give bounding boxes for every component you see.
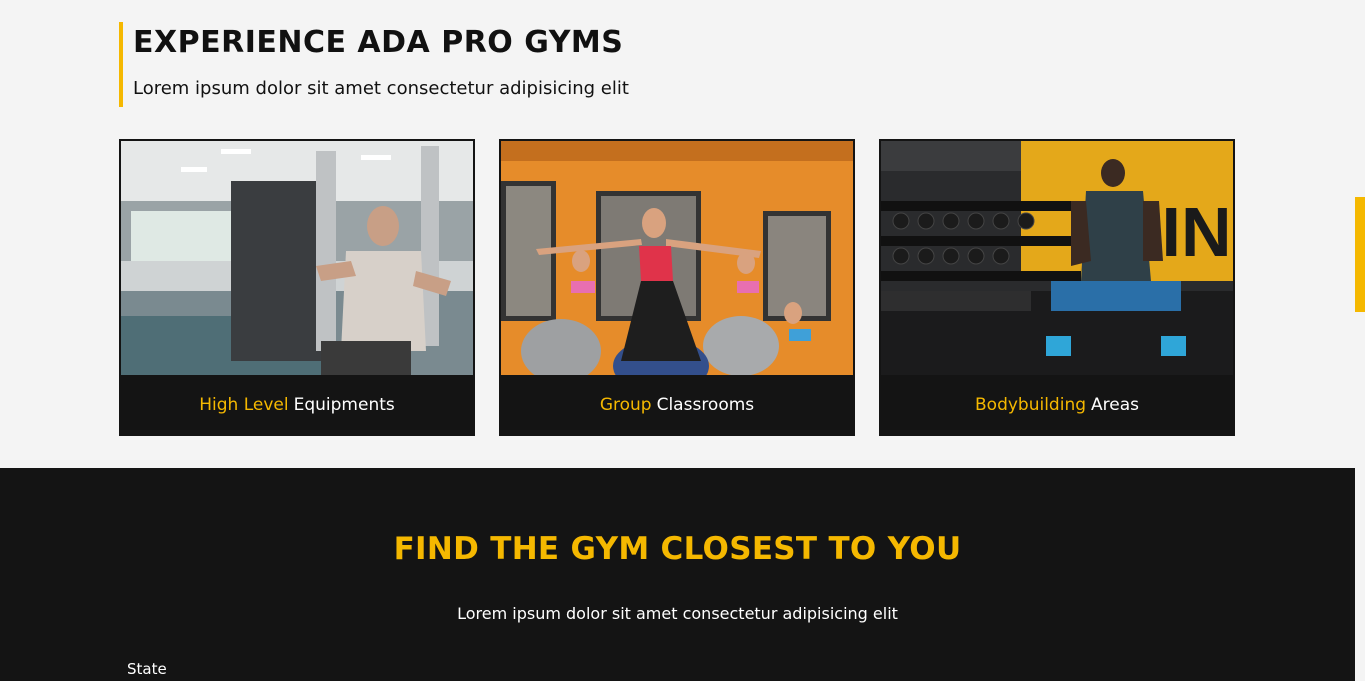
find-gym-subtitle: Lorem ipsum dolor sit amet consectetur a… — [457, 604, 898, 623]
find-gym-title: FIND THE GYM CLOSEST TO YOU — [393, 531, 962, 567]
bodybuilding-photo: AIN — [881, 141, 1233, 375]
feature-card-bodybuilding[interactable]: AIN Bodybuilding Areas — [879, 139, 1235, 436]
gym-equipment-photo — [121, 141, 473, 375]
experience-section: EXPERIENCE ADA PRO GYMS Lorem ipsum dolo… — [0, 0, 1355, 468]
state-label: State — [127, 660, 167, 678]
card-caption-rest: Equipments — [293, 394, 395, 415]
card-caption-highlight: Bodybuilding — [975, 394, 1087, 415]
card-caption-rest: Classrooms — [656, 394, 755, 415]
feature-card-classrooms[interactable]: Group Classrooms — [499, 139, 855, 436]
feature-cards: High Level Equipments Group Classrooms A… — [119, 139, 1235, 436]
experience-title: EXPERIENCE ADA PRO GYMS — [133, 25, 624, 60]
feature-card-equipments[interactable]: High Level Equipments — [119, 139, 475, 436]
card-caption-highlight: High Level — [199, 394, 289, 415]
scrollbar-track[interactable] — [1355, 0, 1365, 681]
card-caption-rest: Areas — [1091, 394, 1139, 415]
scrollbar-thumb[interactable] — [1355, 197, 1365, 312]
experience-subtitle: Lorem ipsum dolor sit amet consectetur a… — [133, 78, 629, 99]
find-gym-section: FIND THE GYM CLOSEST TO YOU Lorem ipsum … — [0, 468, 1355, 681]
group-class-photo — [501, 141, 853, 375]
experience-heading-block: EXPERIENCE ADA PRO GYMS Lorem ipsum dolo… — [119, 22, 629, 107]
card-caption: Group Classrooms — [501, 375, 853, 434]
card-caption-highlight: Group — [599, 394, 652, 415]
card-caption: Bodybuilding Areas — [881, 375, 1233, 434]
card-caption: High Level Equipments — [121, 375, 473, 434]
